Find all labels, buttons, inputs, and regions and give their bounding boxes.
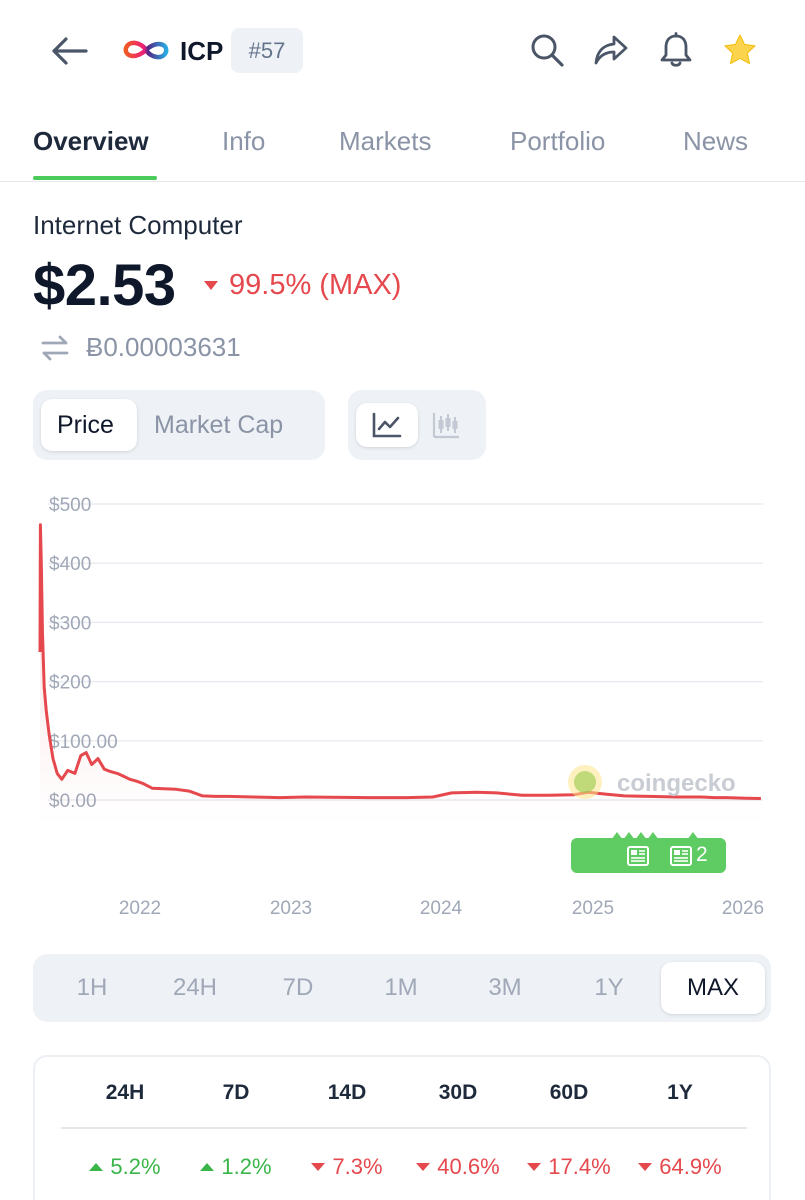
perf-header: 1Y xyxy=(667,1081,693,1104)
rank-badge: #57 xyxy=(231,28,303,73)
x-tick-label: 2026 xyxy=(722,898,764,919)
coin-price: $2.53 xyxy=(33,253,176,318)
share-button[interactable] xyxy=(591,30,631,70)
up-triangle-icon xyxy=(200,1163,215,1171)
down-triangle-icon xyxy=(638,1163,653,1171)
perf-header: 7D xyxy=(222,1081,250,1104)
y-tick-label: $300 xyxy=(49,613,91,634)
range-7d[interactable]: 7D xyxy=(257,962,339,1014)
back-button[interactable] xyxy=(46,30,92,72)
down-triangle-icon xyxy=(527,1163,542,1171)
watchlist-button[interactable] xyxy=(720,30,760,70)
perf-value-text: 5.2% xyxy=(110,1154,161,1179)
coingecko-watermark: coingecko xyxy=(568,765,736,799)
perf-header: 24H xyxy=(105,1081,145,1104)
up-triangle-icon xyxy=(89,1163,104,1171)
active-tab-indicator xyxy=(33,176,157,180)
perf-header: 30D xyxy=(438,1081,478,1104)
perf-value-14d: 7.3% xyxy=(292,1154,402,1180)
perf-value-text: 17.4% xyxy=(548,1154,611,1179)
candlestick-icon xyxy=(432,413,459,439)
newspaper-icon xyxy=(627,846,649,866)
star-icon xyxy=(724,34,756,65)
perf-value-text: 64.9% xyxy=(659,1154,722,1179)
perf-header: 14D xyxy=(327,1081,367,1104)
y-tick-label: $500 xyxy=(49,495,91,516)
toggle-price[interactable]: Price xyxy=(57,411,114,440)
range-1m[interactable]: 1M xyxy=(359,962,443,1014)
news-markers[interactable]: 2 xyxy=(571,832,726,873)
toggle-market-cap[interactable]: Market Cap xyxy=(154,411,283,440)
y-tick-label: $400 xyxy=(49,554,91,575)
btc-price: Ƀ0.00003631 xyxy=(86,332,241,362)
x-tick-label: 2025 xyxy=(572,898,614,919)
tab-portfolio[interactable]: Portfolio xyxy=(510,126,605,157)
performance-table: 24H 7D 14D 30D 60D 1Y 5.2% 1.2% 7.3% 40.… xyxy=(33,1055,771,1200)
tab-markets[interactable]: Markets xyxy=(339,126,431,157)
coin-symbol: ICP xyxy=(180,36,224,66)
price-marketcap-toggle: Price Market Cap xyxy=(33,390,325,460)
perf-value-24h: 5.2% xyxy=(70,1154,180,1180)
line-chart-icon xyxy=(372,412,402,438)
down-triangle-icon xyxy=(204,281,218,290)
price-change: 99.5% (MAX) xyxy=(229,269,402,301)
perf-value-text: 1.2% xyxy=(221,1154,272,1179)
chart-type-toggle xyxy=(348,390,486,460)
time-range-selector: 1H 24H 7D 1M 3M 1Y MAX xyxy=(33,954,771,1022)
range-24h[interactable]: 24H xyxy=(153,962,237,1014)
tab-overview[interactable]: Overview xyxy=(33,126,149,157)
price-line xyxy=(38,523,761,800)
perf-value-1y: 64.9% xyxy=(625,1154,735,1180)
y-tick-label: $200 xyxy=(49,673,91,694)
icp-logo-icon xyxy=(123,40,169,60)
back-arrow-icon xyxy=(52,37,88,65)
y-tick-label: $100.00 xyxy=(49,732,118,753)
down-triangle-icon xyxy=(311,1163,326,1171)
search-button[interactable] xyxy=(527,30,567,70)
perf-value-text: 7.3% xyxy=(332,1154,383,1179)
price-chart[interactable]: $500$400$300$200$100.00$0.00 coingecko 2… xyxy=(0,480,805,930)
news-count: 2 xyxy=(696,843,708,866)
perf-value-30d: 40.6% xyxy=(403,1154,513,1180)
tab-news[interactable]: News xyxy=(683,126,748,157)
app-header: ICP #57 xyxy=(0,0,805,104)
range-3m[interactable]: 3M xyxy=(463,962,547,1014)
perf-header: 60D xyxy=(549,1081,589,1104)
coin-name: Internet Computer xyxy=(33,210,243,240)
perf-value-7d: 1.2% xyxy=(181,1154,291,1180)
tab-bar: Overview Info Markets Portfolio News xyxy=(0,104,805,182)
newspaper-icon xyxy=(670,846,692,866)
bell-icon xyxy=(660,32,692,67)
perf-divider xyxy=(61,1127,747,1129)
range-max[interactable]: MAX xyxy=(661,962,765,1014)
search-icon xyxy=(531,34,564,67)
range-1h[interactable]: 1H xyxy=(51,962,133,1014)
alert-button[interactable] xyxy=(656,30,696,70)
perf-value-60d: 17.4% xyxy=(514,1154,624,1180)
down-triangle-icon xyxy=(416,1163,431,1171)
range-1y[interactable]: 1Y xyxy=(567,962,651,1014)
candlestick-chart-button[interactable] xyxy=(430,408,462,442)
x-tick-label: 2024 xyxy=(420,898,463,919)
line-chart-button[interactable] xyxy=(356,403,418,447)
news-marker-bumps xyxy=(611,832,699,840)
x-tick-label: 2023 xyxy=(270,898,312,919)
share-icon xyxy=(594,35,628,65)
perf-value-text: 40.6% xyxy=(437,1154,500,1179)
svg-text:coingecko: coingecko xyxy=(617,770,736,797)
tab-info[interactable]: Info xyxy=(222,126,265,157)
swap-arrows-icon xyxy=(41,335,69,361)
x-tick-label: 2022 xyxy=(119,898,161,919)
